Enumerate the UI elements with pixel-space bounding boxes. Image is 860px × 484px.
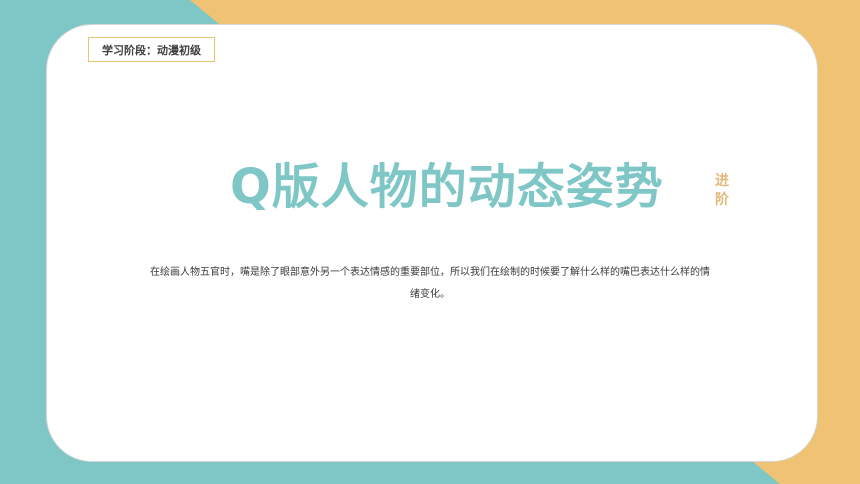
content-card — [46, 24, 818, 462]
slide-title: Q版人物的动态姿势 — [230, 159, 664, 215]
advanced-tag: 进阶 — [715, 173, 729, 208]
slide-description: 在绘画人物五官时，嘴是除了眼部意外另一个表达情感的重要部位，所以我们在绘制的时候… — [150, 267, 710, 300]
stage-badge: 学习阶段：动漫初级 — [88, 37, 215, 62]
